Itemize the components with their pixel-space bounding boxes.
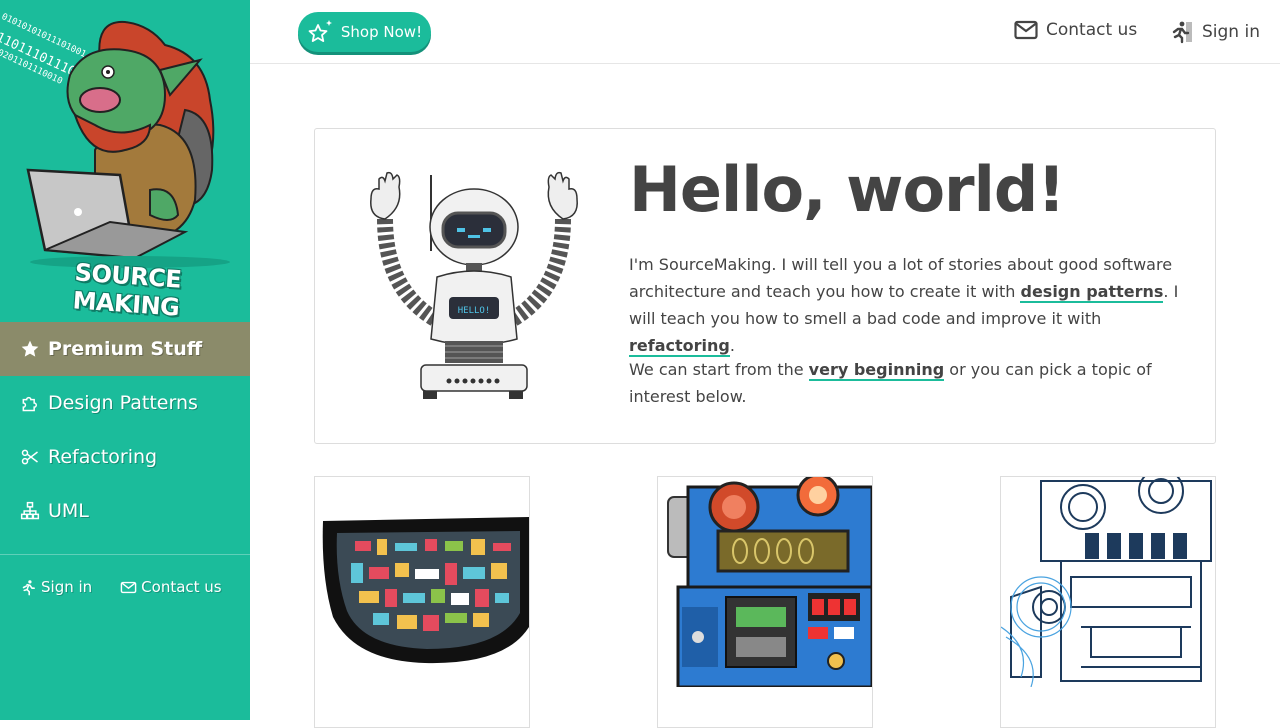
star-icon — [21, 340, 39, 357]
sidebar-contact-label: Contact us — [141, 578, 222, 596]
sidebar-item-refactoring[interactable]: Refactoring — [0, 430, 250, 484]
puzzle-icon — [22, 396, 37, 412]
scissors-icon — [21, 449, 38, 465]
card-image-robot-blueprint — [1001, 477, 1215, 687]
sidebar-sign-in-link[interactable]: Sign in — [20, 578, 92, 596]
robot-illustration: HELLO! — [370, 171, 578, 399]
robot-screen-text: HELLO! — [458, 306, 491, 316]
hero-topic-paragraph: We can start from the very beginning or … — [629, 356, 1194, 410]
shop-now-label: Shop Now! — [340, 23, 423, 41]
card-image-robot-machine — [658, 477, 872, 687]
envelope-icon — [1014, 20, 1038, 40]
runner-icon — [22, 579, 35, 595]
sidebar-item-design-patterns[interactable]: Design Patterns — [0, 376, 250, 430]
robot-blueprint-illustration — [1001, 477, 1215, 687]
troll-mascot-illustration — [26, 20, 230, 268]
envelope-icon — [120, 581, 137, 593]
logo[interactable]: 01010101011101001 1101110111011 02011011… — [0, 0, 250, 322]
design-patterns-link[interactable]: design patterns — [1020, 282, 1164, 303]
topic-card[interactable] — [1000, 476, 1216, 728]
topic-card[interactable] — [657, 476, 873, 728]
hero-topic-text: We can start from the — [629, 360, 809, 379]
glasses-illustration — [322, 517, 529, 664]
card-image-glasses — [315, 477, 529, 687]
contact-us-label: Contact us — [1046, 20, 1138, 40]
page-title: Hello, world! — [629, 153, 1066, 226]
very-beginning-link[interactable]: very beginning — [808, 360, 945, 381]
sidebar-item-premium-stuff[interactable]: Premium Stuff — [0, 322, 250, 376]
hero-intro-paragraph: I'm SourceMaking. I will tell you a lot … — [629, 251, 1194, 359]
sidebar: 01010101011101001 1101110111011 02011011… — [0, 0, 250, 720]
sitemap-icon — [20, 501, 40, 520]
sidebar-item-label: Refactoring — [48, 446, 158, 468]
runner-door-icon — [1172, 21, 1192, 44]
sidebar-sign-in-label: Sign in — [41, 578, 93, 596]
robot-machine-illustration — [667, 477, 872, 687]
hero-intro-text: . — [729, 336, 735, 355]
sidebar-nav: Premium Stuff Design Patterns Refactorin… — [0, 322, 250, 538]
sidebar-divider — [0, 554, 250, 555]
top-bar: Shop Now! Contact us Sign in — [250, 0, 1280, 64]
sidebar-item-label: UML — [48, 500, 89, 522]
refactoring-link[interactable]: refactoring — [629, 336, 730, 357]
sign-in-label: Sign in — [1202, 22, 1260, 42]
shop-now-button[interactable]: Shop Now! — [298, 12, 431, 52]
sidebar-contact-link[interactable]: Contact us — [120, 578, 222, 596]
sidebar-item-label: Design Patterns — [48, 392, 198, 414]
sidebar-footer-links: Sign in Contact us — [20, 578, 222, 596]
sign-in-link[interactable]: Sign in — [1170, 20, 1260, 44]
contact-us-link[interactable]: Contact us — [1014, 20, 1137, 40]
sidebar-item-label: Premium Stuff — [48, 338, 203, 360]
hero-card: HELLO! Hello, world! I'm SourceMaking. I… — [314, 128, 1216, 444]
sparkle-star-icon — [308, 20, 332, 42]
sidebar-item-uml[interactable]: UML — [0, 484, 250, 538]
topic-card[interactable] — [314, 476, 530, 728]
